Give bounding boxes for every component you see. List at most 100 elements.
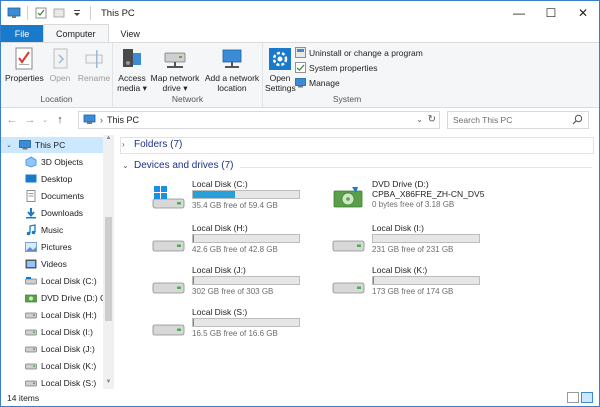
navigation-bar: ← → ⌄ ↑ › This PC ⌄ ↻ Search This PC: [1, 109, 599, 131]
minimize-button[interactable]: —: [503, 1, 535, 25]
nav-item-this-pc[interactable]: ⌄ This PC: [1, 137, 103, 153]
open-icon: [47, 47, 75, 71]
customize-dropdown-icon[interactable]: [70, 7, 84, 19]
nav-item-music[interactable]: Music: [1, 222, 103, 238]
refresh-icon[interactable]: ↻: [428, 114, 436, 125]
nav-item-downloads[interactable]: Downloads: [1, 205, 103, 221]
divider: [27, 6, 28, 20]
breadcrumb-this-pc[interactable]: This PC: [107, 115, 139, 125]
close-button[interactable]: ✕: [567, 1, 599, 25]
nav-item-pictures[interactable]: Pictures: [1, 239, 103, 255]
expand-chevron-icon[interactable]: ⌄: [5, 139, 13, 151]
rename-label: Rename: [77, 73, 111, 83]
scroll-up-arrow-icon[interactable]: ▲: [103, 135, 114, 145]
nav-item-desktop[interactable]: Desktop: [1, 171, 103, 187]
nav-item-videos[interactable]: Videos: [1, 256, 103, 272]
tab-file[interactable]: File: [1, 25, 43, 42]
devices-section-header[interactable]: ⌄ Devices and drives (7): [122, 160, 233, 171]
devices-header-label: Devices and drives (7): [134, 160, 234, 171]
drive-icon: [25, 377, 37, 389]
drive-free-space: 302 GB free of 303 GB: [192, 287, 274, 296]
open-settings-label-1: Open: [269, 73, 291, 83]
drive-name: Local Disk (C:): [192, 179, 248, 189]
drive-icon: [152, 229, 186, 255]
ribbon: Properties Open Rename Location Access m…: [1, 42, 599, 108]
drive-tile-c[interactable]: Local Disk (C:) 35.4 GB free of 59.4 GB: [152, 179, 322, 219]
network-drive-icon: [161, 47, 189, 71]
system-properties-button[interactable]: System properties: [295, 62, 378, 73]
drive-free-space: 173 GB free of 174 GB: [372, 287, 454, 296]
folders-section-header[interactable]: › Folders (7): [122, 139, 182, 150]
access-media-button[interactable]: Access media ▾: [117, 47, 147, 93]
scrollbar-thumb[interactable]: [105, 217, 112, 321]
properties-check-icon[interactable]: [34, 7, 48, 19]
nav-item-local-disk-s[interactable]: Local Disk (S:): [1, 375, 103, 389]
system-properties-check-icon: [295, 62, 306, 73]
computer-icon: [19, 139, 31, 151]
up-arrow-icon[interactable]: ↑: [53, 113, 67, 127]
nav-item-dvd-drive-d[interactable]: DVD Drive (D:) C: [1, 290, 103, 306]
drive-tile-h[interactable]: Local Disk (H:) 42.6 GB free of 42.8 GB: [152, 223, 322, 263]
add-location-label-1: Add a network: [204, 73, 260, 83]
properties-icon: [10, 47, 38, 71]
navigation-pane-scrollbar[interactable]: ▲ ▼: [103, 135, 114, 389]
nav-item-documents[interactable]: Documents: [1, 188, 103, 204]
drive-icon: [332, 271, 366, 297]
add-network-location-button[interactable]: Add a network location: [203, 47, 261, 93]
drive-icon: [25, 343, 37, 355]
drive-tile-s[interactable]: Local Disk (S:) 16.5 GB free of 16.6 GB: [152, 307, 322, 347]
rename-button[interactable]: Rename: [77, 47, 111, 83]
uninstall-program-button[interactable]: Uninstall or change a program: [295, 47, 423, 58]
expand-chevron-right-icon: ›: [122, 140, 125, 149]
nav-item-label: DVD Drive (D:) C: [41, 293, 103, 303]
desktop-icon: [25, 173, 37, 185]
nav-item-local-disk-k[interactable]: Local Disk (K:): [1, 358, 103, 374]
drive-free-space: 42.6 GB free of 42.8 GB: [192, 245, 278, 254]
tab-view[interactable]: View: [109, 25, 152, 42]
properties-label: Properties: [5, 73, 44, 83]
drive-volume-label: CPBA_X86FRE_ZH-CN_DV5: [372, 189, 485, 199]
folders-group-box[interactable]: [120, 137, 594, 154]
tab-computer[interactable]: Computer: [43, 24, 109, 42]
back-arrow-icon[interactable]: ←: [5, 113, 19, 127]
nav-item-label: Desktop: [41, 174, 73, 184]
nav-item-3d-objects[interactable]: 3D Objects: [1, 154, 103, 170]
nav-item-local-disk-i[interactable]: Local Disk (I:): [1, 324, 103, 340]
new-folder-icon[interactable]: [52, 7, 66, 19]
drive-usage-fill: [193, 319, 194, 326]
open-button[interactable]: Open: [47, 47, 73, 83]
drive-tile-i[interactable]: Local Disk (I:) 231 GB free of 231 GB: [332, 223, 502, 263]
computer-icon: [7, 7, 21, 19]
nav-item-local-disk-h[interactable]: Local Disk (H:): [1, 307, 103, 323]
manage-button[interactable]: Manage: [295, 77, 340, 88]
dvd-drive-icon: [25, 292, 37, 304]
tiles-view-icon[interactable]: [581, 392, 593, 403]
address-dropdown-chevron-icon[interactable]: ⌄: [416, 115, 423, 124]
rename-icon: [80, 47, 108, 71]
map-network-drive-button[interactable]: Map network drive ▾: [149, 47, 201, 93]
maximize-button[interactable]: ☐: [535, 1, 567, 25]
search-placeholder: Search This PC: [453, 115, 513, 125]
window-title: This PC: [101, 7, 135, 19]
properties-button[interactable]: Properties: [5, 47, 44, 83]
drive-tile-k[interactable]: Local Disk (K:) 173 GB free of 174 GB: [332, 265, 502, 305]
nav-item-label: Videos: [41, 259, 67, 269]
open-settings-button[interactable]: Open Settings: [265, 47, 296, 93]
details-view-icon[interactable]: [567, 392, 579, 403]
scroll-down-arrow-icon[interactable]: ▼: [103, 379, 114, 389]
search-input[interactable]: Search This PC: [447, 111, 589, 129]
drive-tile-j[interactable]: Local Disk (J:) 302 GB free of 303 GB: [152, 265, 322, 305]
recent-locations-chevron-icon[interactable]: ⌄: [41, 113, 49, 127]
nav-item-label: Local Disk (I:): [41, 327, 93, 337]
address-bar[interactable]: › This PC ⌄ ↻: [78, 111, 440, 129]
breadcrumb-separator: ›: [100, 115, 103, 125]
nav-item-local-disk-j[interactable]: Local Disk (J:): [1, 341, 103, 357]
nav-item-local-disk-c[interactable]: Local Disk (C:): [1, 273, 103, 289]
forward-arrow-icon[interactable]: →: [23, 113, 37, 127]
drive-tile-d[interactable]: DVD Drive (D:) CPBA_X86FRE_ZH-CN_DV5 0 b…: [332, 179, 502, 219]
open-label: Open: [49, 73, 71, 83]
ribbon-tabs: File Computer View: [1, 24, 599, 42]
folders-header-label: Folders (7): [134, 139, 183, 150]
drive-icon: [25, 360, 37, 372]
collapse-chevron-down-icon: ⌄: [122, 161, 129, 170]
